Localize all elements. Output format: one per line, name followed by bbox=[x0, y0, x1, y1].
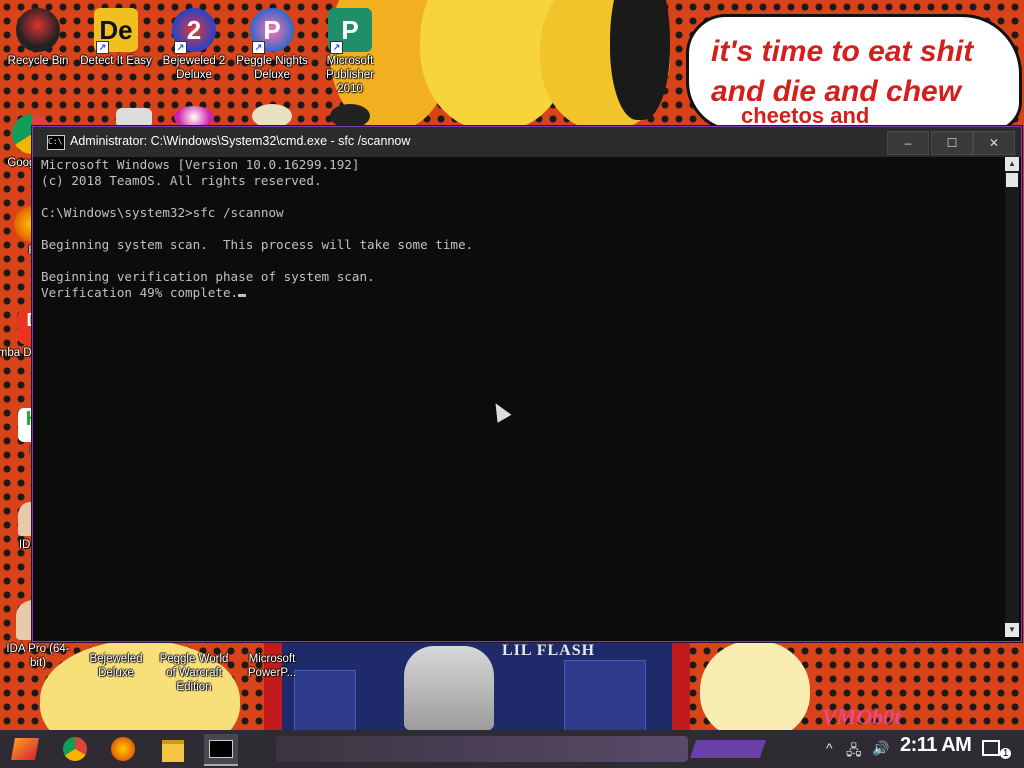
notification-count: 1 bbox=[999, 748, 1012, 759]
taskbar-decoration bbox=[690, 740, 766, 758]
desktop-icon-hidden[interactable] bbox=[312, 104, 388, 128]
desktop-icon-powerpoint[interactable]: Microsoft PowerP... bbox=[234, 640, 310, 680]
app-icon bbox=[252, 104, 292, 128]
recycle-bin-icon bbox=[16, 8, 60, 52]
scroll-down-icon[interactable]: ▼ bbox=[1005, 623, 1019, 637]
volume-icon[interactable]: 🔊 bbox=[872, 740, 889, 757]
taskbar-file-explorer[interactable] bbox=[156, 734, 190, 764]
shortcut-arrow-icon: ↗ bbox=[96, 41, 109, 54]
taskbar-firefox[interactable] bbox=[106, 734, 140, 764]
desktop-icon-label: Bejeweled Deluxe bbox=[89, 653, 143, 679]
taskbar-cmd[interactable] bbox=[204, 734, 238, 766]
cmd-titlebar[interactable]: C:\ Administrator: C:\Windows\System32\c… bbox=[33, 127, 1021, 157]
desktop-icon-peggle-nights[interactable]: P ↗ Peggle Nights Deluxe bbox=[234, 8, 310, 82]
vertical-scrollbar[interactable]: ▲ ▼ bbox=[1005, 157, 1019, 637]
minimize-button[interactable]: – bbox=[887, 131, 929, 155]
firefox-icon bbox=[111, 737, 135, 761]
chrome-icon bbox=[63, 737, 87, 761]
desktop-icon-hidden[interactable] bbox=[156, 106, 232, 128]
scroll-up-icon[interactable]: ▲ bbox=[1005, 157, 1019, 171]
desktop-icon-label: Microsoft PowerP... bbox=[247, 653, 297, 679]
desktop-icon-label: Microsoft Publisher 2010 bbox=[326, 55, 374, 95]
wallpaper-speech-bubble: it's time to eat shit and die and chew c… bbox=[686, 14, 1022, 132]
show-hidden-icons-icon[interactable]: ^ bbox=[826, 740, 833, 756]
network-icon[interactable]: 🖧 bbox=[846, 740, 862, 764]
scroll-thumb[interactable] bbox=[1006, 173, 1018, 187]
desktop-icon-detect-it-easy[interactable]: De ↗ Detect It Easy bbox=[78, 8, 154, 68]
poster-stripe bbox=[672, 640, 690, 730]
desktop-icon-bejeweled-2[interactable]: 2 ↗ Bejeweled 2 Deluxe bbox=[156, 8, 232, 82]
shortcut-arrow-icon: ↗ bbox=[330, 41, 343, 54]
wallpaper-flame bbox=[700, 640, 810, 730]
desktop-icon-hidden[interactable] bbox=[234, 104, 310, 128]
start-button[interactable] bbox=[8, 734, 42, 764]
poster-title: LIL FLASH bbox=[502, 642, 596, 659]
file-explorer-icon bbox=[162, 740, 184, 762]
close-button[interactable]: ✕ bbox=[973, 131, 1015, 155]
start-icon bbox=[11, 738, 39, 760]
console-line: (c) 2018 TeamOS. All rights reserved. bbox=[41, 173, 322, 188]
cmd-icon bbox=[209, 740, 233, 758]
poster-figure bbox=[404, 646, 494, 730]
publisher-icon: P ↗ bbox=[328, 8, 372, 54]
text-cursor bbox=[238, 294, 247, 297]
desktop-icon-label: Peggle World of Warcraft Edition bbox=[159, 653, 229, 693]
detect-it-easy-icon: De ↗ bbox=[94, 8, 138, 54]
desktop-icon-bejeweled-deluxe[interactable]: Bejeweled Deluxe bbox=[78, 640, 154, 680]
cmd-window[interactable]: C:\ Administrator: C:\Windows\System32\c… bbox=[32, 126, 1022, 642]
console-line: Beginning system scan. This process will… bbox=[41, 237, 474, 252]
console-line: Beginning verification phase of system s… bbox=[41, 269, 375, 284]
desktop-icon-label: Bejeweled 2 Deluxe bbox=[162, 55, 226, 81]
console-line: Microsoft Windows [Version 10.0.16299.19… bbox=[41, 157, 360, 172]
wallpaper-poster: LIL FLASH bbox=[264, 640, 690, 730]
stacked-windows-icon bbox=[116, 108, 152, 128]
gear-icon bbox=[330, 104, 370, 128]
desktop-icon-label: Detect It Easy bbox=[80, 55, 152, 67]
speech-line-1: it's time to eat shit bbox=[711, 35, 974, 68]
progress-text: Verification 49% complete. bbox=[41, 285, 239, 300]
poster-building bbox=[564, 660, 646, 730]
bejeweled-icon: 2 ↗ bbox=[172, 8, 216, 54]
desktop-icon-label: IDA Pro (64-bit) bbox=[6, 643, 70, 669]
desktop-icon-recycle-bin[interactable]: Recycle Bin bbox=[0, 8, 76, 68]
desktop-icon-peggle-wow[interactable]: Peggle World of Warcraft Edition bbox=[156, 640, 232, 694]
console-line-progress: Verification 49% complete. bbox=[41, 285, 1001, 301]
maximize-button[interactable]: ☐ bbox=[931, 131, 973, 155]
cmd-icon[interactable]: C:\ bbox=[47, 135, 65, 150]
console-output[interactable]: Microsoft Windows [Version 10.0.16299.19… bbox=[41, 157, 1001, 637]
shortcut-arrow-icon: ↗ bbox=[174, 41, 187, 54]
wallpaper-watermark: VMOb0t bbox=[822, 704, 901, 729]
app-icon bbox=[174, 106, 214, 128]
wallpaper-flame bbox=[610, 0, 670, 120]
shortcut-arrow-icon: ↗ bbox=[252, 41, 265, 54]
window-title: Administrator: C:\Windows\System32\cmd.e… bbox=[70, 134, 411, 148]
desktop-icon-publisher[interactable]: P ↗ Microsoft Publisher 2010 bbox=[312, 8, 388, 96]
desktop-icon-label: Peggle Nights Deluxe bbox=[236, 55, 308, 81]
peggle-icon: P ↗ bbox=[250, 8, 294, 54]
console-line: C:\Windows\system32>sfc /scannow bbox=[41, 205, 284, 220]
notification-center-icon[interactable]: 1 bbox=[982, 740, 1012, 759]
taskbar-search-area[interactable] bbox=[276, 736, 688, 762]
desktop-icon-label: Recycle Bin bbox=[7, 55, 69, 67]
taskbar-clock[interactable]: 2:11 AM bbox=[900, 734, 972, 757]
taskbar-chrome[interactable] bbox=[58, 734, 92, 764]
